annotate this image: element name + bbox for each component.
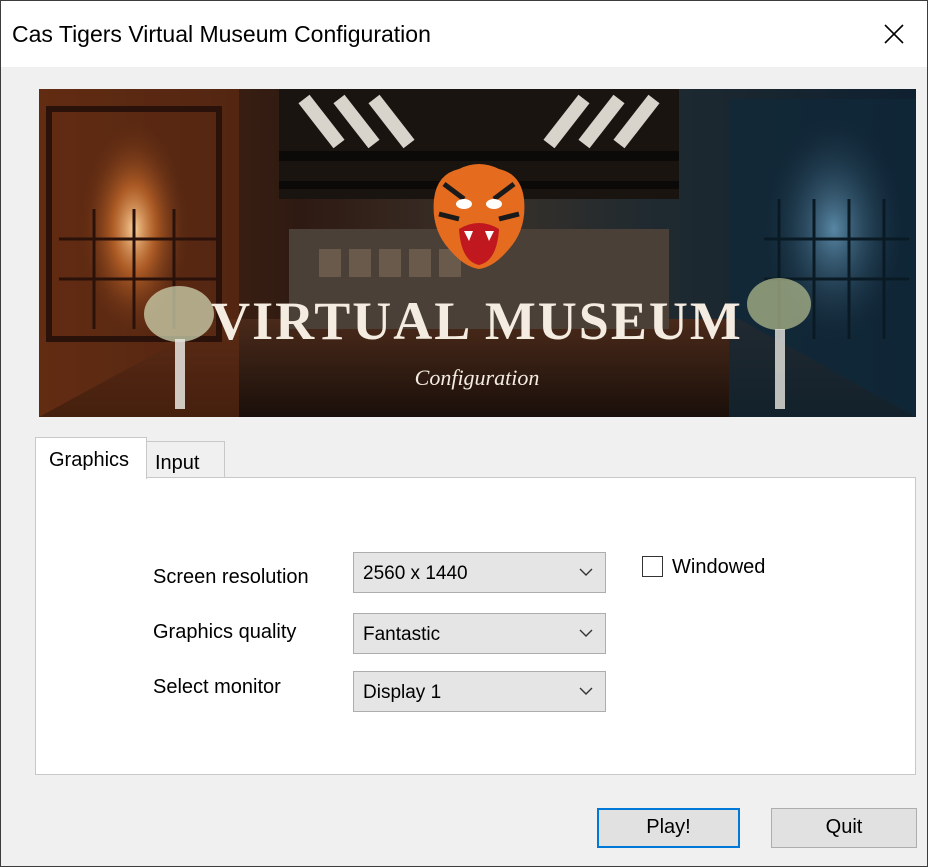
close-button[interactable] [861,1,927,67]
play-button[interactable]: Play! [597,808,740,848]
window-title: Cas Tigers Virtual Museum Configuration [12,21,431,47]
windowed-label: Windowed [672,556,766,578]
banner-image: VIRTUAL MUSEUM Configuration [39,89,916,417]
graphics-quality-value: Fantastic [363,624,441,645]
close-icon [884,24,904,44]
config-window: Cas Tigers Virtual Museum Configuration [0,0,928,867]
screen-resolution-label: Screen resolution [153,566,309,588]
tab-graphics[interactable]: Graphics [35,437,147,479]
select-monitor-select[interactable]: Display 1 [353,671,606,712]
chevron-down-icon [579,687,593,695]
banner-subheading: Configuration [415,365,540,390]
select-monitor-value: Display 1 [363,682,442,703]
graphics-panel: Screen resolution 2560 x 1440 Graphics q… [35,477,916,775]
graphics-quality-select[interactable]: Fantastic [353,613,606,654]
title-bar: Cas Tigers Virtual Museum Configuration [1,1,927,67]
select-monitor-label: Select monitor [153,676,281,698]
banner-heading: VIRTUAL MUSEUM [211,291,743,351]
chevron-down-icon [579,629,593,637]
chevron-down-icon [579,568,593,576]
screen-resolution-value: 2560 x 1440 [363,563,468,584]
tab-input[interactable]: Input [147,441,225,479]
windowed-checkbox[interactable] [642,556,663,577]
screen-resolution-select[interactable]: 2560 x 1440 [353,552,606,593]
graphics-quality-label: Graphics quality [153,621,297,643]
quit-button[interactable]: Quit [771,808,917,848]
